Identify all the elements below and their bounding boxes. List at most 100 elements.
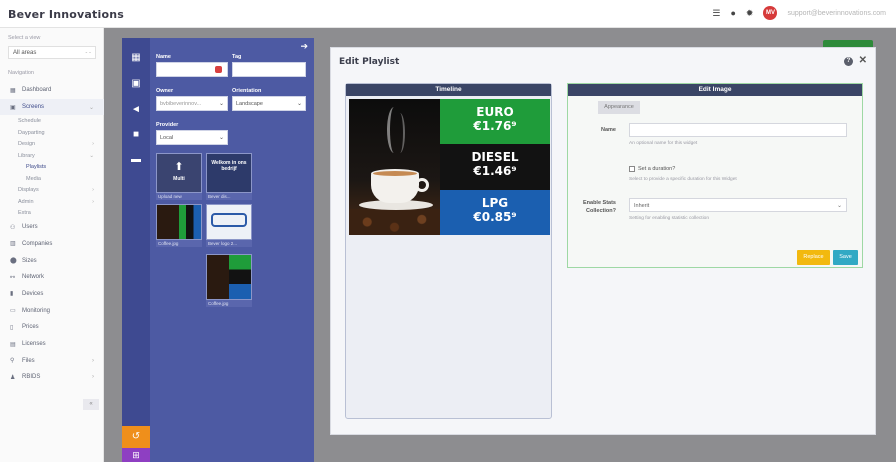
chevron-down-icon: ⌄: [218, 135, 224, 141]
nav-menu: ▦ Dashboard ▣ Screens ⌄ Schedule Daypart…: [0, 82, 104, 386]
nav-item-licenses[interactable]: ▤ Licenses: [0, 336, 104, 353]
tile-caption: Bever dis...: [206, 193, 252, 200]
tab-appearance[interactable]: Appearance: [598, 101, 640, 114]
collapse-arrow-icon[interactable]: ➔: [300, 41, 308, 52]
monitoring-icon: ▭: [10, 308, 16, 315]
sub-item-label: Design: [18, 141, 36, 148]
nav-item-rbids[interactable]: ♟ RBIDS ›: [0, 369, 104, 386]
sidebar: Select a view All areas - - Navigation ▦…: [0, 28, 104, 462]
view-select-extra: - -: [85, 50, 91, 56]
media-tile[interactable]: Welkom in ons bedrijf: [206, 153, 252, 193]
avatar[interactable]: MV: [763, 6, 778, 20]
view-select-label: Select a view: [8, 35, 41, 41]
fuel-price-board[interactable]: EURO €1.76⁹ DIESEL €1.46⁹ LPG €0.85⁹: [349, 99, 550, 235]
name-help-text: An optional name for this widget: [629, 141, 698, 146]
fuel-price: €1.76⁹: [473, 119, 517, 133]
orientation-value: Landscape: [236, 101, 263, 107]
chevron-down-icon: ⌄: [88, 104, 94, 111]
upload-tile[interactable]: ⬆ Multi: [156, 153, 202, 193]
nav-item-label: Licenses: [22, 341, 46, 348]
sub-item-extra[interactable]: Extra: [0, 207, 104, 219]
bell-icon[interactable]: ●: [730, 8, 735, 18]
orientation-select[interactable]: Landscape ⌄: [232, 96, 306, 111]
chevron-right-icon: ›: [92, 374, 94, 381]
nav-item-users[interactable]: ⚇ Users: [0, 219, 104, 236]
media-tile[interactable]: [156, 204, 202, 240]
duration-label: Set a duration?: [638, 166, 676, 172]
collapse-sidebar-button[interactable]: «: [83, 399, 99, 410]
devices-icon: ▮: [10, 291, 14, 298]
nav-item-dashboard[interactable]: ▦ Dashboard: [0, 82, 104, 99]
nav-item-devices[interactable]: ▮ Devices: [0, 286, 104, 303]
view-select[interactable]: All areas - -: [8, 46, 96, 59]
sub-item-media[interactable]: Media: [0, 173, 104, 185]
modal-title: Edit Playlist: [339, 57, 400, 67]
sub-item-label: Schedule: [18, 118, 41, 125]
provider-select[interactable]: Local ⌄: [156, 130, 228, 145]
owner-label: Owner: [156, 88, 174, 94]
nav-item-files[interactable]: ⚲ Files ›: [0, 352, 104, 369]
sub-item-library[interactable]: Library ⌄: [0, 150, 104, 162]
audio-icon[interactable]: ◄: [122, 100, 150, 120]
sizes-icon: ⬤: [10, 258, 17, 265]
navigation-label: Navigation: [8, 70, 34, 76]
undo-icon[interactable]: ↺: [122, 426, 150, 448]
image-library-icon[interactable]: ▣: [122, 74, 150, 94]
video-icon[interactable]: ■: [122, 125, 150, 145]
sub-item-playlists[interactable]: Playlists: [0, 161, 104, 173]
owner-select[interactable]: bvbibeverinnov... ⌄: [156, 96, 228, 111]
media-tile[interactable]: [206, 254, 252, 300]
chevron-right-icon: ›: [92, 187, 94, 194]
sub-item-label: Library: [18, 152, 35, 159]
nav-item-monitoring[interactable]: ▭ Monitoring: [0, 302, 104, 319]
coffee-thumbnail: [207, 255, 229, 299]
sub-item-label: Playlists: [26, 164, 47, 171]
settings-icon[interactable]: ✹: [746, 8, 754, 19]
nav-item-label: Devices: [22, 290, 44, 297]
cup-handle-graphic: [415, 178, 429, 192]
save-button[interactable]: Save: [833, 250, 858, 265]
view-select-value: All areas: [13, 50, 37, 56]
price-box-lpg: LPG €0.85⁹: [440, 189, 550, 235]
name-input[interactable]: [629, 123, 847, 137]
sub-item-label: Admin: [18, 198, 34, 205]
fuel-name: EURO: [476, 105, 514, 119]
logo-graphic: [211, 213, 247, 227]
sub-item-admin[interactable]: Admin ›: [0, 196, 104, 208]
duration-checkbox[interactable]: [629, 166, 635, 172]
coffee-surface-graphic: [371, 169, 419, 178]
layout-icon[interactable]: ▬: [122, 150, 150, 170]
top-actions: ☰ ● ✹ MV support@beverinnovations.com: [712, 6, 886, 20]
list-icon[interactable]: ☰: [712, 8, 720, 19]
app-title: Bever Innovations: [8, 8, 124, 21]
grid-icon[interactable]: ⊞: [122, 448, 150, 462]
tag-filter-input[interactable]: [232, 62, 306, 77]
sub-item-schedule[interactable]: Schedule: [0, 115, 104, 127]
sub-item-design[interactable]: Design ›: [0, 138, 104, 150]
chevron-right-icon: ›: [92, 141, 94, 148]
widgets-icon[interactable]: ▦: [122, 48, 150, 68]
sub-item-dayparting[interactable]: Dayparting: [0, 127, 104, 139]
media-tile[interactable]: [206, 204, 252, 240]
chevron-down-icon: ⌄: [218, 101, 224, 107]
companies-icon: ▥: [10, 241, 16, 248]
close-icon[interactable]: ✕: [859, 55, 867, 66]
edit-image-heading: Edit Image: [568, 84, 862, 96]
sub-item-displays[interactable]: Displays ›: [0, 184, 104, 196]
fuel-name: DIESEL: [471, 150, 519, 165]
user-email[interactable]: support@beverinnovations.com: [787, 10, 886, 17]
help-icon[interactable]: ?: [844, 57, 853, 66]
clear-icon[interactable]: [215, 66, 222, 73]
nav-item-label: Screens: [22, 104, 45, 111]
stats-select[interactable]: Inherit ⌄: [629, 198, 847, 212]
replace-button[interactable]: Replace: [797, 250, 830, 265]
nav-item-sizes[interactable]: ⬤ Sizes: [0, 252, 104, 269]
name-filter-input[interactable]: [156, 62, 228, 77]
edit-image-panel: Edit Image Appearance Name An optional n…: [567, 83, 863, 268]
price-box-diesel: DIESEL €1.46⁹: [440, 144, 550, 190]
nav-item-network[interactable]: ⚯ Network: [0, 269, 104, 286]
nav-item-prices[interactable]: ▯ Prices: [0, 319, 104, 336]
nav-item-screens[interactable]: ▣ Screens ⌄: [0, 98, 104, 116]
tag-filter-label: Tag: [232, 54, 242, 60]
nav-item-companies[interactable]: ▥ Companies: [0, 236, 104, 253]
